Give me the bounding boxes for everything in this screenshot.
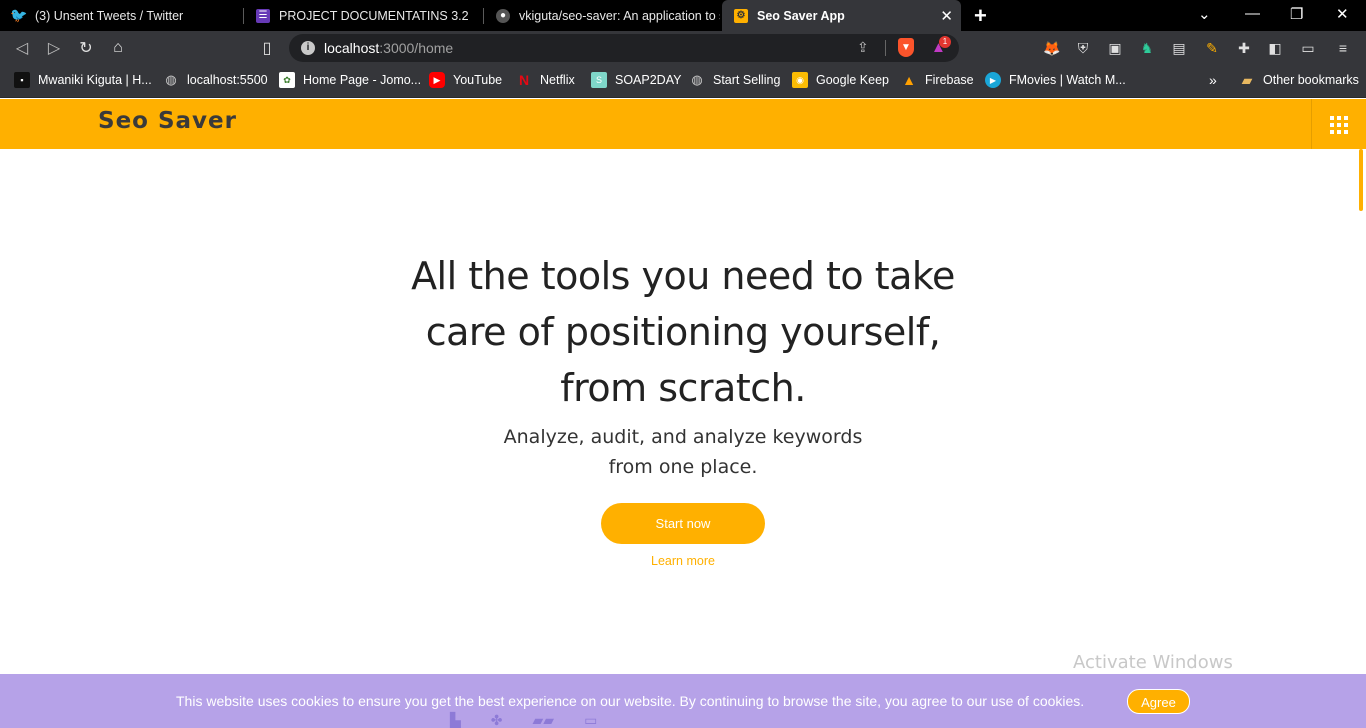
site-info-icon[interactable]: i xyxy=(301,41,315,55)
bookmark-jomo[interactable]: ✿ Home Page - Jomo... xyxy=(279,72,421,88)
partner-logo-icon: ✤ xyxy=(490,712,503,728)
partner-logo-icon: ▙ xyxy=(450,712,461,728)
share-icon[interactable]: ⇪ xyxy=(857,39,869,56)
close-tab-icon[interactable]: ✕ xyxy=(940,7,953,25)
tab-title: (3) Unsent Tweets / Twitter xyxy=(35,8,184,23)
bitwarden-icon[interactable]: ⛨ xyxy=(1074,39,1092,57)
hero-section: All the tools you need to take care of p… xyxy=(0,248,1366,482)
bookmark-other[interactable]: ▰ Other bookmarks xyxy=(1239,72,1359,88)
github-icon: ● xyxy=(496,8,510,23)
bookmark-firebase[interactable]: ▲ Firebase xyxy=(901,72,974,88)
forward-icon[interactable]: ▷ xyxy=(43,37,65,59)
bookmark-google-keep[interactable]: ◉ Google Keep xyxy=(792,72,889,88)
play-icon: ▶ xyxy=(985,72,1001,88)
address-bar[interactable]: i localhost:3000/home ⇪ ▼ ▲ 1 xyxy=(289,34,959,62)
hero-title: All the tools you need to take care of p… xyxy=(411,254,955,410)
soap2day-icon: S xyxy=(591,72,607,88)
header-divider xyxy=(1311,99,1312,149)
tab-project-doc[interactable]: ☰ PROJECT DOCUMENTATINS 3.2 xyxy=(244,0,482,31)
tab-search-icon[interactable]: ⌄ xyxy=(1198,5,1211,23)
close-window-icon[interactable]: ✕ xyxy=(1336,5,1349,23)
globe-icon: ◍ xyxy=(165,72,177,87)
bookmark-icon[interactable]: ▯ xyxy=(256,37,278,59)
tab-title: vkiguta/seo-saver: An application to st xyxy=(519,8,720,23)
url-text: localhost:3000/home xyxy=(324,40,454,56)
clipboard-icon[interactable]: ▤ xyxy=(1170,39,1188,57)
puzzle-icon[interactable]: ✚ xyxy=(1235,39,1253,57)
home-icon[interactable]: ⌂ xyxy=(107,37,129,59)
bookmark-localhost[interactable]: ◍ localhost:5500 xyxy=(163,72,267,88)
sidebar-icon[interactable]: ◧ xyxy=(1266,39,1284,57)
apps-grid-icon[interactable] xyxy=(1330,116,1348,134)
divider xyxy=(885,40,886,56)
twitter-icon: 🐦 xyxy=(10,7,28,23)
hero-subtitle: Analyze, audit, and analyze keywords fro… xyxy=(503,426,863,478)
metamask-icon[interactable]: 🦊 xyxy=(1043,39,1061,57)
agree-button[interactable]: Agree xyxy=(1127,689,1190,714)
crest-icon: ✿ xyxy=(279,72,295,88)
tab-github[interactable]: ● vkiguta/seo-saver: An application to s… xyxy=(484,0,720,31)
windows-watermark: Activate Windows xyxy=(1073,652,1233,673)
wallet-icon[interactable]: ▭ xyxy=(1299,39,1317,57)
tab-seo-saver[interactable]: ⚙ Seo Saver App ✕ xyxy=(722,0,961,31)
restore-icon[interactable]: ❐ xyxy=(1290,5,1303,23)
new-tab-icon[interactable]: + xyxy=(974,3,987,29)
brave-shields-icon[interactable]: ▼ xyxy=(898,38,914,57)
bookmark-netflix[interactable]: N Netflix xyxy=(516,72,575,88)
cookie-message: This website uses cookies to ensure you … xyxy=(176,693,1085,709)
firebase-icon: ▲ xyxy=(902,72,916,88)
partner-logos: ▙ ✤ ▰▰ ▭ xyxy=(450,712,597,728)
start-now-button[interactable]: Start now xyxy=(601,503,765,544)
bookmarks-overflow[interactable]: » xyxy=(1209,72,1217,88)
pen-icon[interactable]: ✎ xyxy=(1203,39,1221,57)
folder-icon: ▰ xyxy=(1241,71,1253,88)
bookmark-fmovies[interactable]: ▶ FMovies | Watch M... xyxy=(985,72,1126,88)
extension-icon[interactable]: ♞ xyxy=(1138,39,1156,57)
learn-more-link: Learn more xyxy=(0,554,1366,568)
partner-logo-icon: ▭ xyxy=(584,712,598,728)
bookmark-soap2day[interactable]: S SOAP2DAY xyxy=(591,72,681,88)
globe-icon: ◍ xyxy=(691,72,703,87)
site-logo[interactable]: Seo Saver xyxy=(98,108,237,134)
tab-title: PROJECT DOCUMENTATINS 3.2 xyxy=(279,8,469,23)
site-icon: ▪ xyxy=(14,72,30,88)
bookmarks-bar: ▪ Mwaniki Kiguta | H... ◍ localhost:5500 ✿… xyxy=(0,65,1366,98)
browser-toolbar: ◁ ▷ ↻ ⌂ ▯ i localhost:3000/home ⇪ ▼ ▲ 1 🦊… xyxy=(0,31,1366,65)
rewards-badge: 1 xyxy=(939,36,951,48)
bookmark-start-selling[interactable]: ◍ Start Selling xyxy=(689,72,780,88)
tab-strip: 🐦 (3) Unsent Tweets / Twitter ☰ PROJECT … xyxy=(0,0,1366,31)
netflix-icon: N xyxy=(518,72,530,88)
tab-twitter[interactable]: 🐦 (3) Unsent Tweets / Twitter xyxy=(0,0,242,31)
learn-more-link-text[interactable]: Learn more xyxy=(651,554,715,568)
youtube-icon: ▶ xyxy=(429,72,445,88)
picture-in-picture-icon[interactable]: ▣ xyxy=(1106,39,1124,57)
app-icon: ⚙ xyxy=(734,8,748,23)
reload-icon[interactable]: ↻ xyxy=(75,37,97,59)
partner-logo-icon: ▰▰ xyxy=(532,712,555,728)
bookmark-mwaniki[interactable]: ▪ Mwaniki Kiguta | H... xyxy=(14,72,152,88)
back-icon[interactable]: ◁ xyxy=(11,37,33,59)
scrollbar[interactable] xyxy=(1359,149,1363,211)
brave-rewards-icon[interactable]: ▲ 1 xyxy=(931,36,951,56)
document-icon: ☰ xyxy=(256,8,270,23)
minimize-icon[interactable]: — xyxy=(1245,5,1260,22)
menu-icon[interactable]: ≡ xyxy=(1334,39,1352,57)
cookie-banner: ▙ ✤ ▰▰ ▭ This website uses cookies to en… xyxy=(0,674,1366,728)
keep-icon: ◉ xyxy=(792,72,808,88)
tab-title: Seo Saver App xyxy=(757,8,845,23)
bookmark-youtube[interactable]: ▶ YouTube xyxy=(429,72,502,88)
